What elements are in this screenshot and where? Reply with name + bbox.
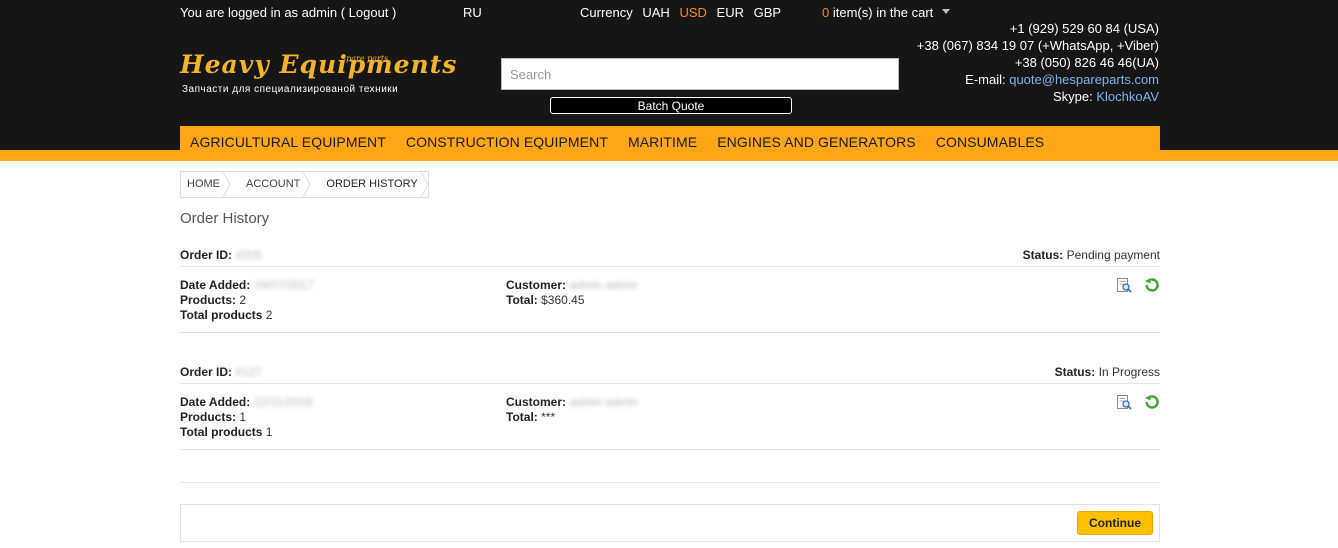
view-order-icon[interactable] — [1116, 394, 1132, 410]
logo-subtitle: Запчасти для специализированой техники — [182, 84, 399, 95]
customer-value: admin admin — [569, 278, 639, 292]
currency-switcher: Currency UAH USD EUR GBP — [580, 5, 787, 20]
customer-label: Customer: — [506, 395, 567, 409]
buttons-panel: Continue — [180, 504, 1160, 542]
breadcrumb-order-history-label: ORDER HISTORY — [326, 178, 418, 190]
breadcrumb-home[interactable]: HOME — [181, 172, 231, 197]
reorder-icon[interactable] — [1144, 394, 1160, 410]
logo-title: Heavy Equipments — [180, 50, 458, 79]
currency-gbp[interactable]: GBP — [754, 5, 781, 20]
order-status-value: Pending payment — [1066, 248, 1160, 262]
login-prefix: You are logged in as admin ( — [180, 5, 346, 20]
date-added-label: Date Added: — [180, 395, 251, 409]
total-value: *** — [541, 410, 556, 424]
order-id-label: Order ID: — [180, 248, 233, 262]
reorder-icon[interactable] — [1144, 277, 1160, 293]
cart-count: 0 — [822, 5, 830, 20]
logo-tagline: spare parts — [342, 54, 389, 63]
total-products-value: 2 — [265, 308, 273, 322]
order-info-right: Customer: admin admin Total: *** — [506, 395, 638, 425]
order-status-label: Status: — [1022, 248, 1064, 262]
cart-text: item(s) in the cart — [832, 5, 934, 20]
main-nav: AGRICULTURAL EQUIPMENT CONSTRUCTION EQUI… — [180, 126, 1160, 158]
email-link[interactable]: quote@hespareparts.com — [1009, 72, 1159, 87]
order-info-left: Date Added: 24/07/2017 Products: 2 Total… — [180, 278, 314, 323]
logout-link[interactable]: Logout — [349, 5, 389, 20]
phone-whatsapp: +38 (067) 834 19 07 (+WhatsApp, +Viber) — [916, 38, 1159, 53]
order-status: Status: In Progress — [1055, 365, 1160, 379]
total-products-value: 1 — [265, 425, 273, 439]
skype-label: Skype: — [1052, 89, 1093, 104]
total-label: Total: — [506, 293, 538, 307]
order-item: Order ID: #205 Status: Pending payment D… — [180, 246, 1160, 333]
customer-label: Customer: — [506, 278, 567, 292]
login-status: You are logged in as admin ( Logout ) — [180, 5, 396, 20]
order-header: Order ID: #205 Status: Pending payment — [180, 246, 1160, 267]
email-label: E-mail: — [965, 72, 1006, 87]
nav-consumables[interactable]: CONSUMABLES — [926, 134, 1054, 150]
continue-button[interactable]: Continue — [1077, 511, 1153, 535]
language-switch[interactable]: RU — [463, 5, 482, 20]
order-info-right: Customer: admin admin Total: $360.45 — [506, 278, 638, 308]
site-logo[interactable]: Heavy Equipments spare parts Запчасти дл… — [180, 50, 456, 100]
currency-usd[interactable]: USD — [679, 5, 706, 20]
date-added-label: Date Added: — [180, 278, 251, 292]
order-info-left: Date Added: 12/11/2016 Products: 1 Total… — [180, 395, 313, 440]
order-status-value: In Progress — [1098, 365, 1160, 379]
nav-maritime[interactable]: MARITIME — [618, 134, 707, 150]
phone-usa: +1 (929) 529 60 84 (USA) — [1009, 21, 1159, 36]
order-details: Date Added: 24/07/2017 Products: 2 Total… — [180, 267, 1160, 333]
total-label: Total: — [506, 410, 538, 424]
nav-construction-equipment[interactable]: CONSTRUCTION EQUIPMENT — [396, 134, 618, 150]
order-id: Order ID: #127 — [180, 365, 262, 379]
order-item: Order ID: #127 Status: In Progress Date … — [180, 363, 1160, 450]
order-header: Order ID: #127 Status: In Progress — [180, 363, 1160, 384]
breadcrumb-separator — [303, 172, 317, 197]
breadcrumb-order-history: ORDER HISTORY — [310, 172, 429, 197]
login-suffix: ) — [392, 5, 397, 20]
currency-uah[interactable]: UAH — [642, 5, 669, 20]
skype-row: Skype: KlochkoAV — [917, 88, 1159, 105]
phone-ua: +38 (050) 826 46 46(UA) — [1014, 55, 1159, 70]
order-id-label: Order ID: — [180, 365, 233, 379]
products-label: Products: — [180, 293, 237, 307]
total-products-label: Total products — [180, 308, 263, 322]
order-actions — [1116, 394, 1160, 410]
total-value: $360.45 — [541, 293, 585, 307]
breadcrumb: HOME ACCOUNT ORDER HISTORY — [180, 171, 429, 198]
order-actions — [1116, 277, 1160, 293]
view-order-icon[interactable] — [1116, 277, 1132, 293]
breadcrumb-separator — [420, 172, 435, 197]
page-title: Order History — [180, 210, 270, 227]
breadcrumb-account[interactable]: ACCOUNT — [230, 172, 311, 197]
nav-engines-and-generators[interactable]: ENGINES AND GENERATORS — [707, 134, 926, 150]
currency-label: Currency — [580, 5, 633, 20]
email-row: E-mail: quote@hespareparts.com — [917, 71, 1159, 88]
caret-down-icon — [941, 9, 950, 15]
nav-agricultural-equipment[interactable]: AGRICULTURAL EQUIPMENT — [180, 134, 396, 150]
breadcrumb-home-label: HOME — [187, 178, 220, 190]
breadcrumb-separator — [223, 172, 237, 197]
order-status: Status: Pending payment — [1023, 248, 1160, 262]
order-details: Date Added: 12/11/2016 Products: 1 Total… — [180, 384, 1160, 450]
products-value: 2 — [239, 293, 247, 307]
breadcrumb-account-label: ACCOUNT — [246, 178, 301, 190]
date-added-value: 12/11/2016 — [253, 395, 313, 409]
customer-value: admin admin — [569, 395, 639, 409]
order-id-value: #205 — [235, 248, 263, 262]
order-id: Order ID: #205 — [180, 248, 262, 262]
contact-info: +1 (929) 529 60 84 (USA) +38 (067) 834 1… — [917, 20, 1159, 105]
products-label: Products: — [180, 410, 237, 424]
order-status-label: Status: — [1054, 365, 1096, 379]
cart-dropdown[interactable]: 0 item(s) in the cart — [822, 5, 950, 20]
batch-quote-button[interactable]: Batch Quote — [550, 97, 792, 114]
products-value: 1 — [239, 410, 247, 424]
total-products-label: Total products — [180, 425, 263, 439]
skype-link[interactable]: KlochkoAV — [1096, 89, 1159, 104]
currency-eur[interactable]: EUR — [717, 5, 744, 20]
content-divider — [180, 482, 1160, 483]
order-id-value: #127 — [235, 365, 263, 379]
search-input[interactable] — [501, 58, 899, 90]
date-added-value: 24/07/2017 — [253, 278, 314, 292]
